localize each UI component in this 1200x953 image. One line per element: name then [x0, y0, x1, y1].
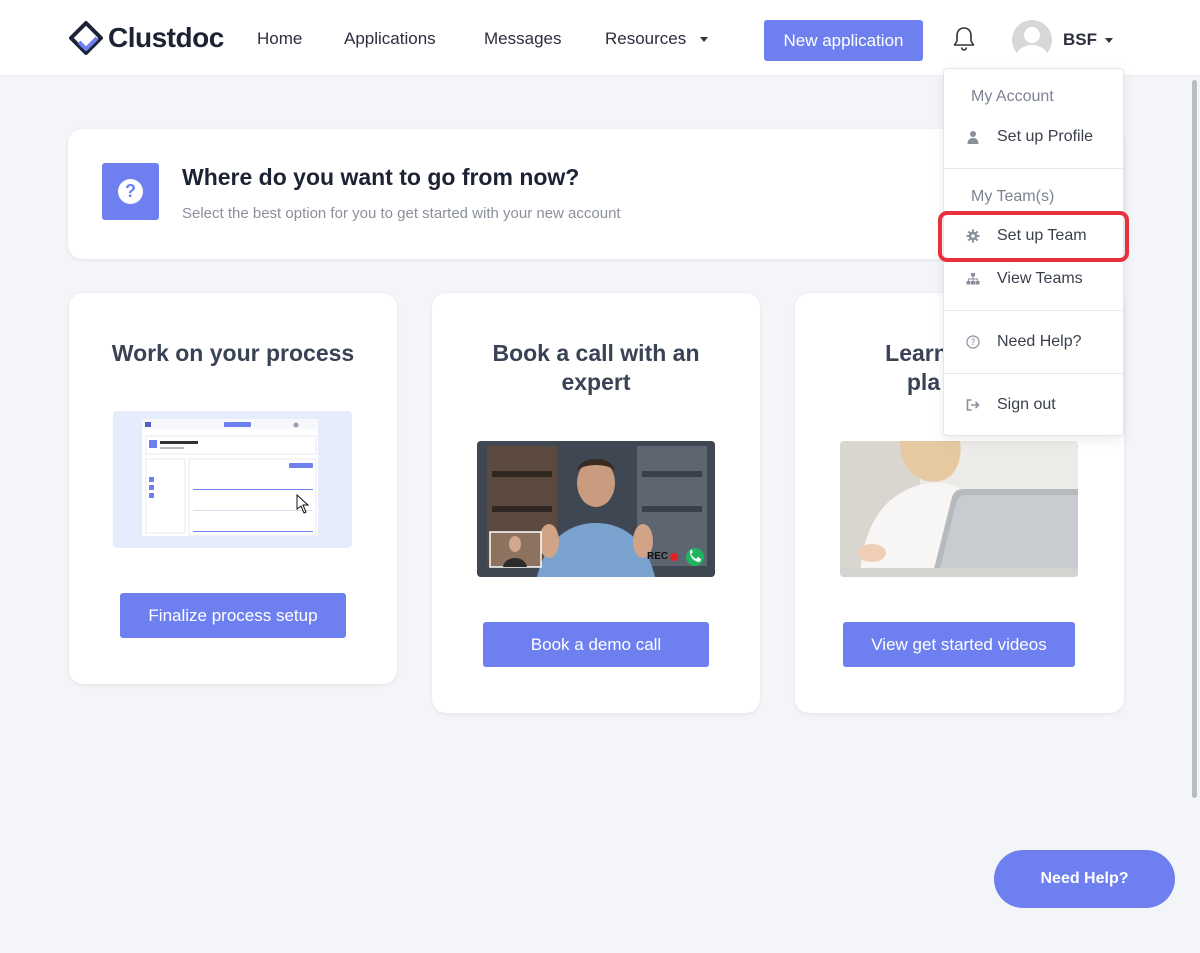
dropdown-divider	[944, 310, 1123, 311]
top-navbar: Clustdoc Home Applications Messages Reso…	[0, 0, 1200, 76]
svg-text:?: ?	[971, 338, 976, 348]
view-get-started-videos-button[interactable]: View get started videos	[843, 622, 1075, 667]
user-menu-caret-icon[interactable]	[1105, 38, 1113, 43]
welcome-subtitle: Select the best option for you to get st…	[182, 205, 621, 222]
my-account-header: My Account	[971, 88, 1054, 105]
process-card: Work on your process Finalize process se…	[69, 293, 397, 684]
setup-profile-label: Set up Profile	[997, 128, 1094, 145]
book-call-card-title-line2: expert	[561, 369, 631, 395]
logo-text: Clustdoc	[108, 22, 224, 53]
finalize-process-setup-button[interactable]: Finalize process setup	[120, 593, 346, 638]
rec-label: REC	[647, 551, 669, 562]
dropdown-divider	[944, 373, 1123, 374]
process-preview-image	[113, 411, 352, 548]
dropdown-item-sign-out[interactable]: Sign out	[944, 387, 1123, 425]
book-call-card-title-line1: Book a call with an	[492, 340, 700, 366]
dropdown-item-setup-profile[interactable]: Set up Profile	[944, 119, 1123, 157]
laptop-woman-illustration	[840, 441, 1078, 577]
process-preview-illustration	[142, 419, 318, 536]
user-icon	[967, 131, 979, 144]
page-scrollbar[interactable]	[1192, 80, 1197, 798]
dropdown-divider	[944, 168, 1123, 169]
nav-messages[interactable]: Messages	[484, 29, 561, 49]
video-call-photo: REC	[477, 441, 715, 577]
avatar-head-shape	[1024, 27, 1040, 43]
laptop-woman-photo	[840, 441, 1078, 577]
view-teams-label: View Teams	[997, 270, 1083, 287]
setup-team-highlight	[938, 211, 1129, 262]
floating-need-help-button[interactable]: Need Help?	[994, 850, 1175, 908]
clustdoc-logo[interactable]: Clustdoc	[68, 20, 224, 56]
question-icon-box: ?	[102, 163, 159, 220]
sign-out-icon	[966, 399, 980, 411]
sign-out-label: Sign out	[997, 396, 1056, 413]
resources-caret-icon[interactable]	[700, 37, 708, 42]
user-initials[interactable]: BSF	[1063, 30, 1097, 50]
bell-icon[interactable]	[952, 26, 976, 52]
need-help-label: Need Help?	[997, 333, 1082, 350]
nav-resources[interactable]: Resources	[605, 29, 686, 49]
book-demo-call-button[interactable]: Book a demo call	[483, 622, 709, 667]
sitemap-icon	[966, 273, 980, 285]
welcome-title: Where do you want to go from now?	[182, 164, 580, 190]
my-teams-header: My Team(s)	[971, 188, 1055, 205]
user-avatar[interactable]	[1012, 20, 1052, 60]
book-call-card: Book a call with an expert REC Book a de…	[432, 293, 760, 713]
nav-home[interactable]: Home	[257, 29, 302, 49]
new-application-button[interactable]: New application	[764, 20, 923, 61]
process-card-title: Work on your process	[111, 340, 355, 366]
question-icon: ?	[118, 179, 143, 204]
nav-applications[interactable]: Applications	[344, 29, 436, 49]
avatar-body-shape	[1016, 45, 1048, 60]
video-call-illustration	[477, 441, 715, 577]
question-circle-icon: ?	[966, 335, 980, 349]
logo-mark-icon	[69, 21, 103, 55]
dropdown-item-view-teams[interactable]: View Teams	[944, 261, 1123, 299]
dropdown-item-need-help[interactable]: ? Need Help?	[944, 324, 1123, 362]
